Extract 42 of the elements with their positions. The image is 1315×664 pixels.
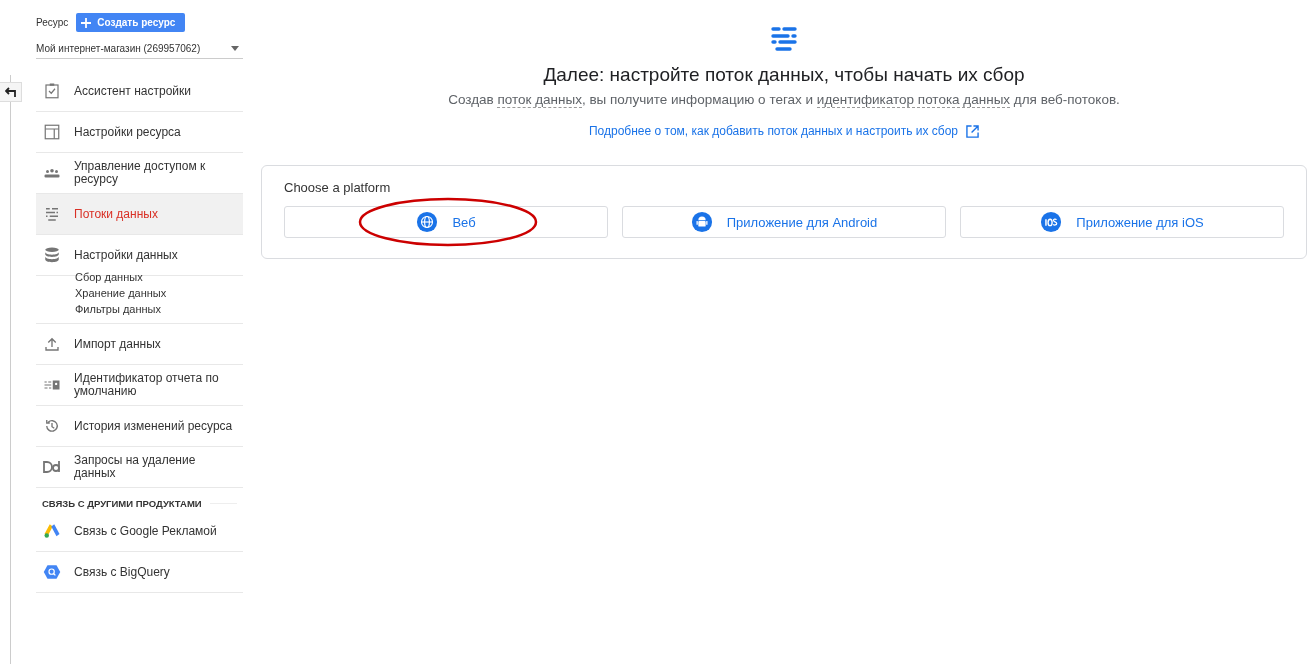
sidebar-item[interactable]: Запросы на удаление данных <box>36 447 243 488</box>
layout-icon <box>43 123 61 141</box>
platform-button[interactable]: Приложение для iOS <box>960 206 1284 238</box>
section-header: СВЯЗЬ С ДРУГИМИ ПРОДУКТАМИ <box>36 488 243 511</box>
sidebar-subitem[interactable]: Фильтры данных <box>75 303 243 315</box>
upload-icon <box>43 335 61 353</box>
back-arrow-icon <box>4 87 17 97</box>
sidebar-item[interactable]: История изменений ресурса <box>36 406 243 447</box>
sidebar-item[interactable]: Потоки данных <box>36 194 243 235</box>
plus-icon <box>80 16 93 29</box>
history-icon <box>43 417 61 435</box>
globe-icon <box>416 211 439 233</box>
resource-dropdown[interactable]: Мой интернет-магазин (269957062) <box>36 38 243 59</box>
android-icon <box>690 211 713 233</box>
page-title: Далее: настройте поток данных, чтобы начать их сбор <box>543 64 1025 86</box>
dropdown-caret-icon <box>231 45 239 51</box>
data-streams-icon <box>43 205 61 223</box>
glossary-term[interactable]: идентификатор потока данных <box>816 92 1011 108</box>
create-resource-button[interactable]: Создать ресурс <box>76 13 186 32</box>
dd-letters-icon <box>43 460 61 474</box>
resource-label: Ресурс <box>36 17 69 28</box>
sidebar-item[interactable]: Настройки ресурса <box>36 112 243 153</box>
ios-icon <box>1040 211 1063 233</box>
learn-more-link[interactable]: Подробнее о том, как добавить поток данных и настроить их сбор <box>588 124 979 138</box>
sidebar-subitem[interactable]: Хранение данных <box>75 287 243 299</box>
database-icon <box>43 246 61 264</box>
sidebar-item[interactable]: Связь с BigQuery <box>36 552 243 593</box>
bigquery-logo-icon <box>43 563 61 581</box>
external-link-icon <box>966 124 979 138</box>
sidebar-item[interactable]: Связь с Google Рекламой <box>36 511 243 552</box>
platform-button[interactable]: Приложение для Android <box>622 206 946 238</box>
collapse-button[interactable] <box>0 82 22 102</box>
sidebar-item[interactable]: Ассистент настройки <box>36 71 243 112</box>
description-text: Создав поток данных, вы получите информацию о тегах и идентификатор потока данных для веб-потоков. <box>448 92 1120 107</box>
platform-button[interactable]: Веб <box>284 206 608 238</box>
ads-logo-icon <box>43 522 61 540</box>
sidebar-item[interactable]: Идентификатор отчета по умолчанию <box>36 365 243 406</box>
data-streams-logo-icon <box>770 26 798 52</box>
sidebar-item[interactable]: Импорт данных <box>36 324 243 365</box>
glossary-term[interactable]: поток данных <box>497 92 582 108</box>
card-heading: Choose a platform <box>284 180 392 195</box>
clipboard-check-icon <box>43 82 61 100</box>
